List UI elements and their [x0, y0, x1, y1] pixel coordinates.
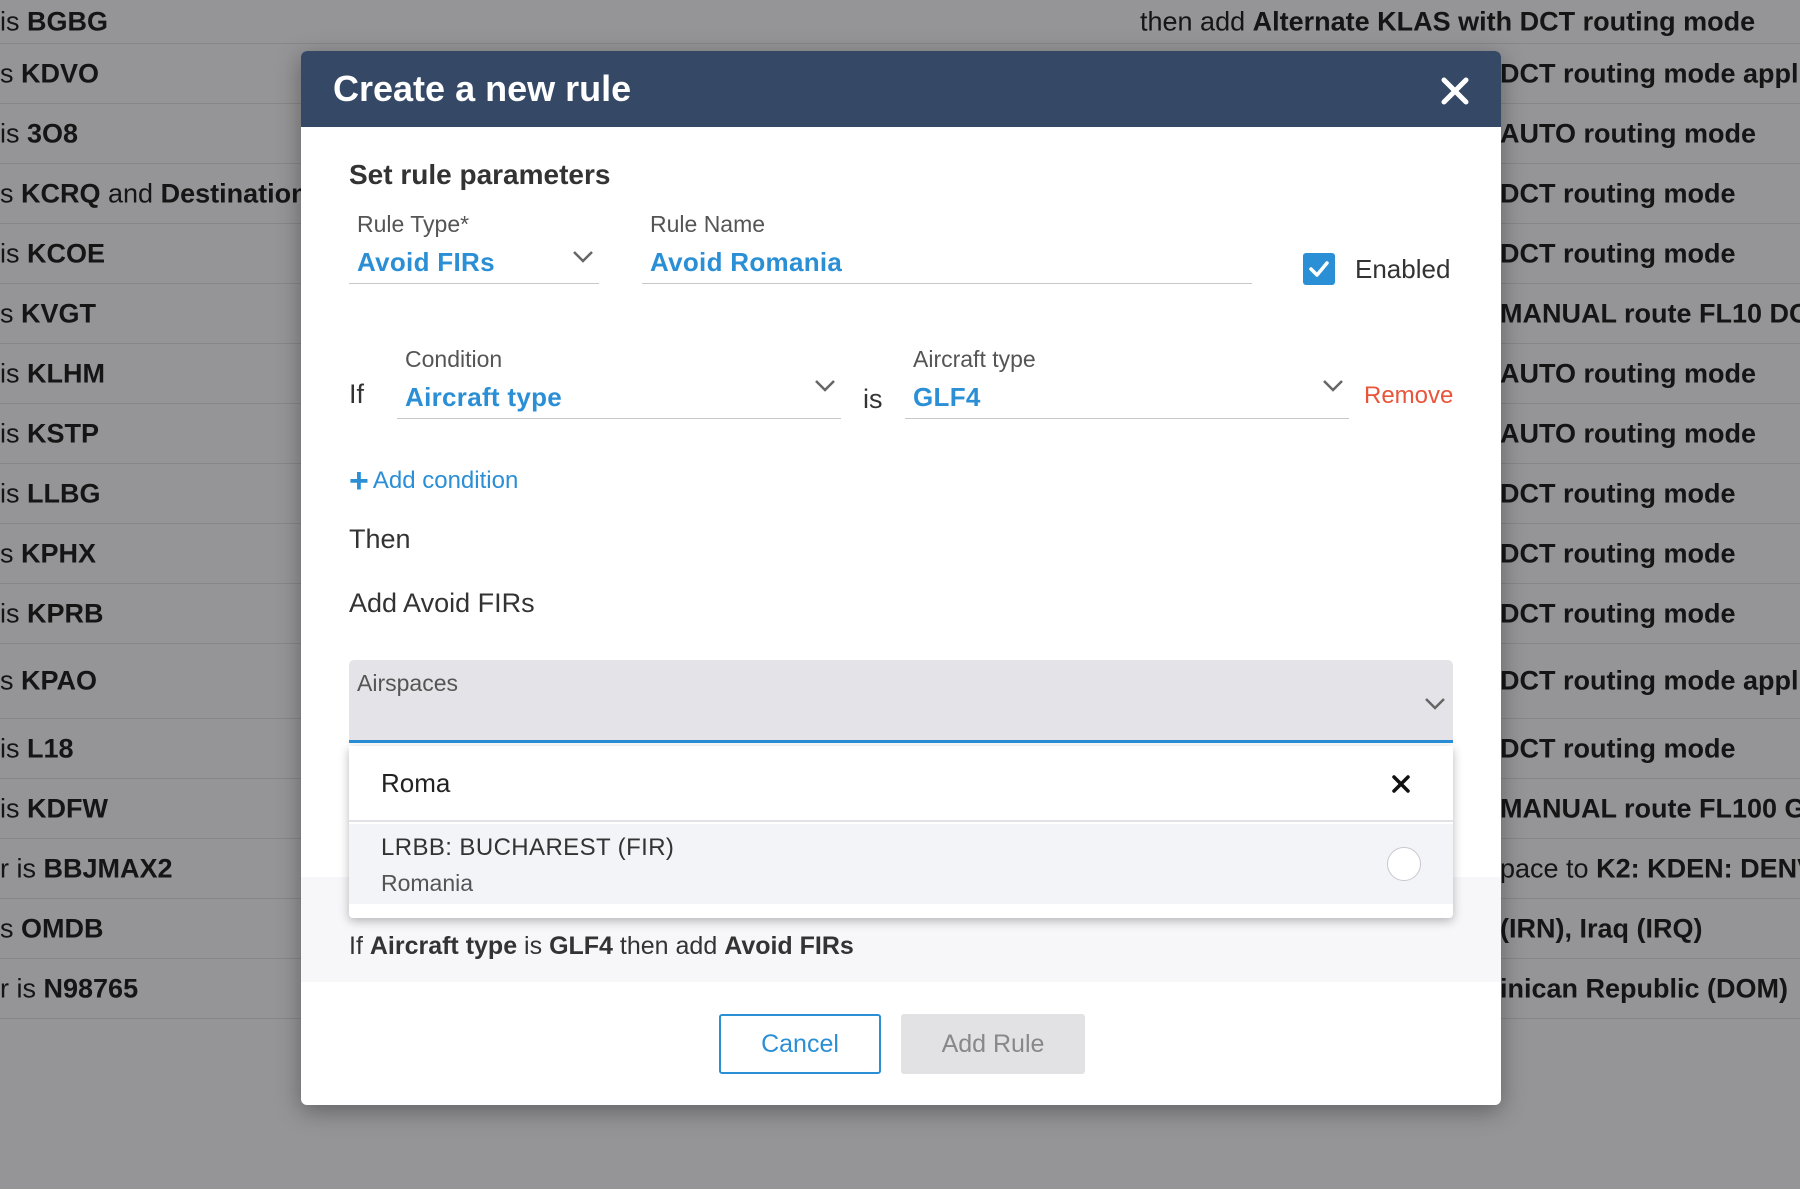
- airspace-search-input[interactable]: [381, 767, 1281, 799]
- dialog-header: Create a new rule: [301, 51, 1501, 127]
- rule-type-label: Rule Type*: [357, 211, 470, 237]
- checkmark-icon: [1309, 261, 1329, 277]
- rule-name-label: Rule Name: [650, 211, 766, 237]
- section-title: Set rule parameters: [349, 159, 611, 190]
- plus-icon: +: [349, 462, 369, 500]
- add-condition-label: Add condition: [372, 467, 519, 494]
- airspaces-select[interactable]: Airspaces: [349, 660, 1453, 743]
- summary-text: then add: [612, 932, 725, 960]
- summary-action: Avoid FIRs: [724, 932, 854, 960]
- chevron-down-icon: [573, 251, 593, 263]
- rule-summary: If Aircraft type is GLF4 then add Avoid …: [349, 932, 854, 961]
- if-label: If: [349, 379, 365, 409]
- airspace-option-country: Romania: [381, 870, 474, 896]
- summary-text: If: [349, 932, 370, 960]
- airspace-option-title: LRBB: BUCHAREST (FIR): [381, 834, 675, 861]
- rule-type-value: Avoid FIRs: [357, 247, 495, 277]
- dialog-title: Create a new rule: [333, 68, 632, 109]
- airspace-search-row: [349, 746, 1453, 822]
- airspaces-dropdown: LRBB: BUCHAREST (FIR) Romania: [349, 746, 1453, 918]
- rule-name-field[interactable]: Rule Name Avoid Romania: [642, 211, 1252, 284]
- add-condition-link[interactable]: + Add condition: [349, 464, 518, 498]
- create-rule-dialog: Create a new rule Set rule parameters Ru…: [301, 51, 1501, 1105]
- add-rule-button[interactable]: Add Rule: [901, 1014, 1085, 1074]
- rule-type-select[interactable]: Rule Type* Avoid FIRs: [349, 211, 599, 284]
- condition-value: Aircraft type: [405, 382, 563, 412]
- airspace-option[interactable]: LRBB: BUCHAREST (FIR) Romania: [349, 824, 1453, 904]
- aircraft-type-label: Aircraft type: [913, 346, 1036, 372]
- cancel-button[interactable]: Cancel: [719, 1014, 881, 1074]
- summary-condition: Aircraft type: [369, 932, 518, 960]
- summary-value: GLF4: [549, 932, 613, 960]
- aircraft-type-select[interactable]: Aircraft type GLF4: [905, 346, 1349, 419]
- chevron-down-icon: [1425, 698, 1445, 710]
- chevron-down-icon: [815, 380, 835, 392]
- enabled-toggle[interactable]: Enabled: [1303, 253, 1450, 285]
- condition-select[interactable]: Condition Aircraft type: [397, 346, 841, 419]
- close-icon: [1441, 77, 1469, 105]
- enabled-checkbox[interactable]: [1303, 253, 1335, 285]
- airspaces-label: Airspaces: [357, 670, 458, 696]
- condition-label: Condition: [405, 346, 503, 372]
- action-label: Add Avoid FIRs: [349, 588, 535, 618]
- is-label: is: [863, 384, 883, 414]
- rule-name-value: Avoid Romania: [650, 247, 843, 277]
- remove-condition-link[interactable]: Remove: [1364, 382, 1453, 410]
- close-button[interactable]: [1435, 71, 1475, 111]
- enabled-label: Enabled: [1355, 253, 1451, 284]
- summary-text: is: [517, 932, 550, 960]
- chevron-down-icon: [1323, 380, 1343, 392]
- aircraft-type-value: GLF4: [913, 382, 981, 412]
- airspace-option-radio[interactable]: [1387, 847, 1421, 881]
- clear-search-icon[interactable]: [1389, 772, 1413, 796]
- then-label: Then: [349, 524, 411, 554]
